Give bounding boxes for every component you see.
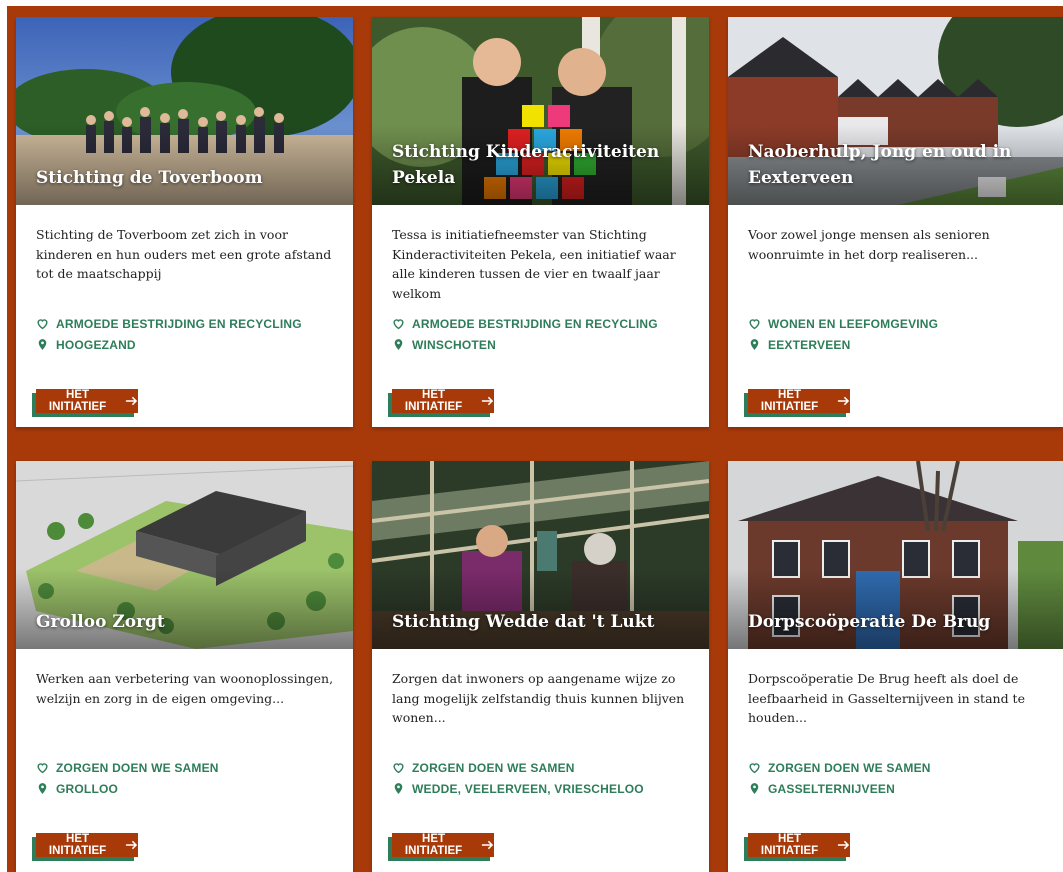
card-photo[interactable]: Naoberhulp, Jong en oud in Eexterveen <box>728 17 1063 205</box>
het-initiatief-button[interactable]: HET INITIATIEF <box>36 833 138 857</box>
location-row: WEDDE, VEELERVEEN, VRIESCHELOO <box>392 778 699 799</box>
card-title[interactable]: Grolloo Zorgt <box>36 609 339 635</box>
card-photo[interactable]: Stichting de Toverboom <box>16 17 353 205</box>
card-title[interactable]: Stichting Kinderactiviteiten Pekela <box>392 139 695 191</box>
card-title[interactable]: Stichting de Toverboom <box>36 165 339 191</box>
arrow-right-icon <box>125 840 138 850</box>
heart-icon <box>749 319 760 330</box>
theme-label[interactable]: ZORGEN DOEN WE SAMEN <box>412 761 575 775</box>
heart-icon <box>37 319 48 330</box>
location-pin-icon <box>750 339 759 350</box>
button-label: HET INITIATIEF <box>404 389 463 413</box>
button-label: HET INITIATIEF <box>404 833 463 857</box>
het-initiatief-button[interactable]: HET INITIATIEF <box>748 389 850 413</box>
theme-row: ZORGEN DOEN WE SAMEN <box>36 757 343 778</box>
location-pin-icon <box>38 339 47 350</box>
card-photo[interactable]: Dorpscoöperatie De Brug <box>728 461 1063 649</box>
card-title[interactable]: Naoberhulp, Jong en oud in Eexterveen <box>748 139 1049 191</box>
initiatives-grid: Stichting de Toverboom Stichting de Tove… <box>7 6 1063 872</box>
card-meta: ZORGEN DOEN WE SAMEN WEDDE, VEELERVEEN, … <box>392 757 699 799</box>
card-meta: ARMOEDE BESTRIJDING EN RECYCLING WINSCHO… <box>392 313 699 355</box>
card-meta: ZORGEN DOEN WE SAMEN GASSELTERNIJVEEN <box>748 757 1053 799</box>
heart-icon <box>749 763 760 774</box>
heart-icon <box>393 763 404 774</box>
location-label[interactable]: WEDDE, VEELERVEEN, VRIESCHELOO <box>412 782 644 796</box>
card-description: Werken aan verbetering van woonoplossing… <box>36 671 334 706</box>
initiative-button-wrap: HET INITIATIEF <box>388 833 494 861</box>
heart-icon <box>37 763 48 774</box>
initiative-card[interactable]: Dorpscoöperatie De Brug Dorpscoöperatie … <box>728 461 1063 872</box>
card-description: Stichting de Toverboom zet zich in voor … <box>36 227 332 281</box>
initiative-card[interactable]: Naoberhulp, Jong en oud in Eexterveen Vo… <box>728 17 1063 427</box>
heart-icon <box>393 319 404 330</box>
location-pin-icon <box>394 783 403 794</box>
initiative-card[interactable]: Grolloo Zorgt Werken aan verbetering van… <box>16 461 353 872</box>
arrow-right-icon <box>125 396 138 406</box>
theme-label[interactable]: ARMOEDE BESTRIJDING EN RECYCLING <box>412 317 658 331</box>
theme-row: ARMOEDE BESTRIJDING EN RECYCLING <box>36 313 343 334</box>
initiative-button-wrap: HET INITIATIEF <box>32 389 138 417</box>
card-description: Tessa is initiatiefneemster van Stichtin… <box>392 227 676 301</box>
location-label[interactable]: HOOGEZAND <box>56 338 136 352</box>
initiative-card[interactable]: Stichting Kinderactiviteiten Pekela Tess… <box>372 17 709 427</box>
button-label: HET INITIATIEF <box>48 389 107 413</box>
initiative-button-wrap: HET INITIATIEF <box>388 389 494 417</box>
theme-label[interactable]: WONEN EN LEEFOMGEVING <box>768 317 938 331</box>
arrow-right-icon <box>481 840 494 850</box>
initiative-card[interactable]: Stichting Wedde dat 't Lukt Zorgen dat i… <box>372 461 709 872</box>
location-label[interactable]: GROLLOO <box>56 782 118 796</box>
button-label: HET INITIATIEF <box>48 833 107 857</box>
theme-row: ZORGEN DOEN WE SAMEN <box>392 757 699 778</box>
location-row: EEXTERVEEN <box>748 334 1053 355</box>
location-label[interactable]: EEXTERVEEN <box>768 338 850 352</box>
location-row: HOOGEZAND <box>36 334 343 355</box>
location-label[interactable]: WINSCHOTEN <box>412 338 496 352</box>
theme-row: ARMOEDE BESTRIJDING EN RECYCLING <box>392 313 699 334</box>
initiative-card[interactable]: Stichting de Toverboom Stichting de Tove… <box>16 17 353 427</box>
initiative-button-wrap: HET INITIATIEF <box>744 389 850 417</box>
initiative-button-wrap: HET INITIATIEF <box>32 833 138 861</box>
location-row: GROLLOO <box>36 778 343 799</box>
location-label[interactable]: GASSELTERNIJVEEN <box>768 782 895 796</box>
card-meta: ARMOEDE BESTRIJDING EN RECYCLING HOOGEZA… <box>36 313 343 355</box>
arrow-right-icon <box>481 396 494 406</box>
het-initiatief-button[interactable]: HET INITIATIEF <box>392 833 494 857</box>
card-description: Zorgen dat inwoners op aangename wijze z… <box>392 671 685 725</box>
theme-label[interactable]: ARMOEDE BESTRIJDING EN RECYCLING <box>56 317 302 331</box>
location-row: GASSELTERNIJVEEN <box>748 778 1053 799</box>
card-description: Dorpscoöperatie De Brug heeft als doel d… <box>748 671 1025 725</box>
card-meta: WONEN EN LEEFOMGEVING EEXTERVEEN <box>748 313 1053 355</box>
card-photo[interactable]: Stichting Kinderactiviteiten Pekela <box>372 17 709 205</box>
theme-label[interactable]: ZORGEN DOEN WE SAMEN <box>768 761 931 775</box>
card-description: Voor zowel jonge mensen als senioren woo… <box>748 227 990 262</box>
card-title[interactable]: Stichting Wedde dat 't Lukt <box>392 609 695 635</box>
location-row: WINSCHOTEN <box>392 334 699 355</box>
location-pin-icon <box>38 783 47 794</box>
theme-label[interactable]: ZORGEN DOEN WE SAMEN <box>56 761 219 775</box>
theme-row: ZORGEN DOEN WE SAMEN <box>748 757 1053 778</box>
arrow-right-icon <box>837 840 850 850</box>
location-pin-icon <box>750 783 759 794</box>
card-photo[interactable]: Grolloo Zorgt <box>16 461 353 649</box>
location-pin-icon <box>394 339 403 350</box>
card-photo[interactable]: Stichting Wedde dat 't Lukt <box>372 461 709 649</box>
initiative-button-wrap: HET INITIATIEF <box>744 833 850 861</box>
button-label: HET INITIATIEF <box>760 389 819 413</box>
het-initiatief-button[interactable]: HET INITIATIEF <box>748 833 850 857</box>
het-initiatief-button[interactable]: HET INITIATIEF <box>36 389 138 413</box>
button-label: HET INITIATIEF <box>760 833 819 857</box>
card-meta: ZORGEN DOEN WE SAMEN GROLLOO <box>36 757 343 799</box>
card-title[interactable]: Dorpscoöperatie De Brug <box>748 609 1049 635</box>
het-initiatief-button[interactable]: HET INITIATIEF <box>392 389 494 413</box>
arrow-right-icon <box>837 396 850 406</box>
theme-row: WONEN EN LEEFOMGEVING <box>748 313 1053 334</box>
